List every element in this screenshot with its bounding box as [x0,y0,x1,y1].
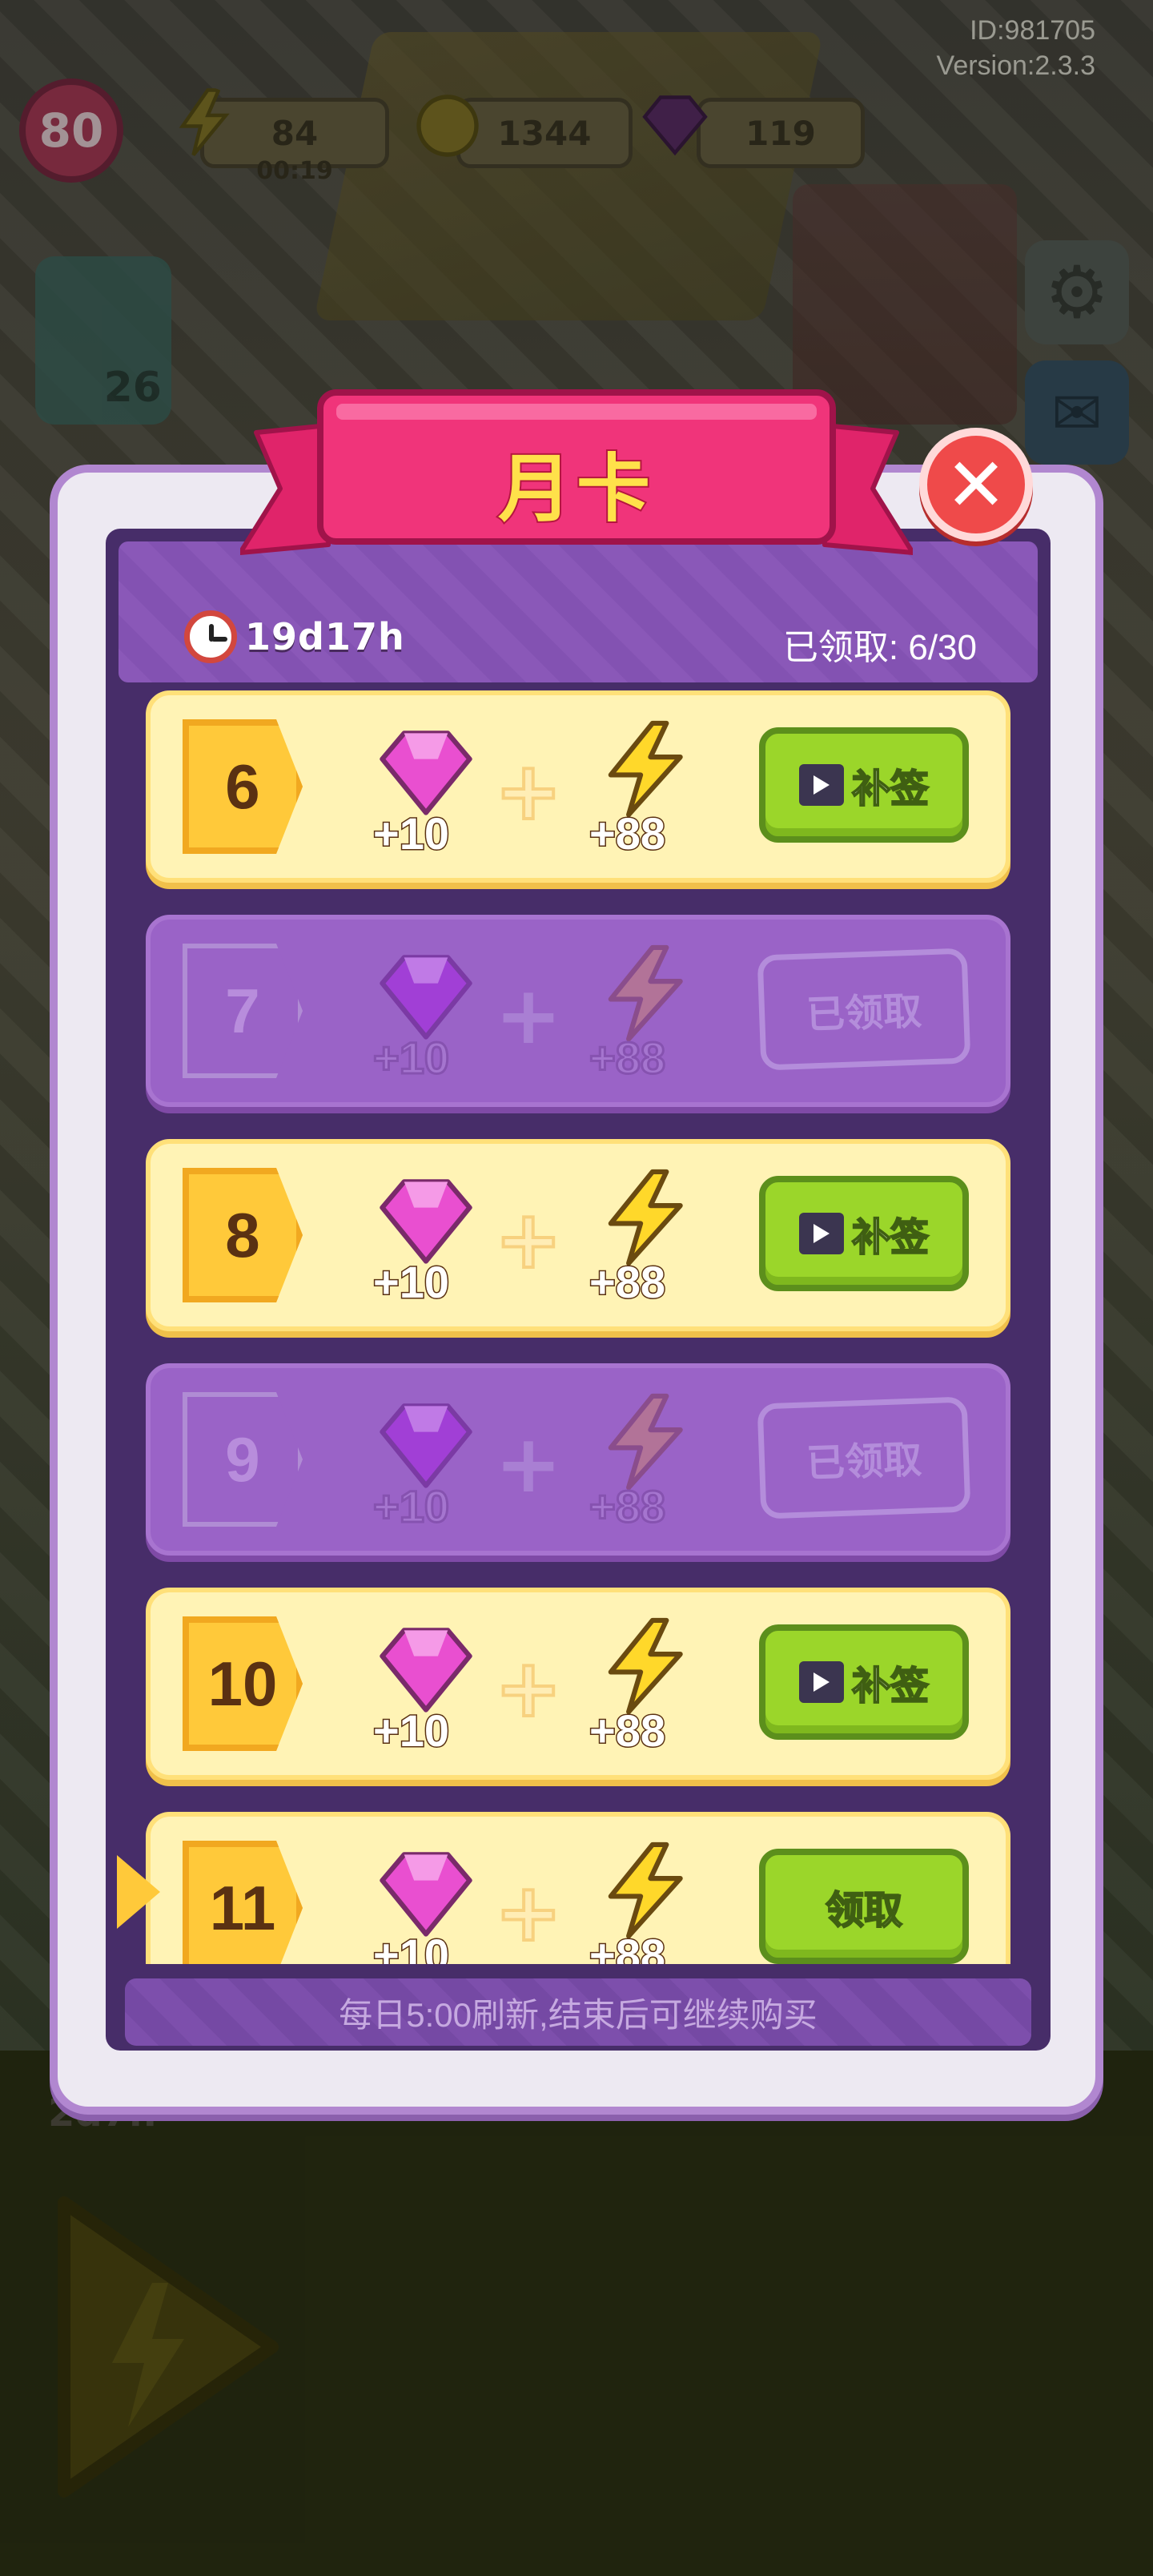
plus-icon: + [495,968,562,1062]
makeup-sign-button[interactable]: 补签 [759,1176,969,1291]
claim-button[interactable]: 领取 [759,1849,969,1964]
gem-icon [380,731,472,815]
refresh-note: 每日5:00刷新,结束后可继续购买 [125,1978,1031,2046]
gem-icon [380,1852,472,1937]
day-number: 9 [183,1392,303,1527]
claimed-stamp: 已领取 [757,948,971,1071]
button-label: 领取 [825,1887,903,1934]
button-label: 补签 [851,1214,930,1261]
energy-amount: +88 [589,807,667,860]
gem-icon [380,955,472,1040]
energy-amount: +88 [589,1032,667,1085]
reward-list[interactable]: 6 +10 + +88 补签 7 +10 + +88 已领取 8 +10 + +… [146,689,1010,1964]
refresh-note-text: 每日5:00刷新,结束后可继续购买 [339,1995,818,2034]
day-number: 6 [183,719,303,854]
button-label: 已领取 [805,1437,923,1487]
energy-amount: +88 [589,1256,667,1309]
gem-icon [380,1403,472,1488]
day-number: 7 [183,944,303,1078]
button-label: 已领取 [805,988,923,1038]
reward-row-current: 11 +10 + +88 领取 [146,1812,1010,1964]
remaining-time-text: 19d17h [245,615,405,658]
title-ribbon [240,389,913,555]
close-button[interactable]: ✕ [919,428,1033,541]
close-icon: ✕ [945,441,1007,528]
monthly-card-panel: 19d17h 已领取: 6/30 6 +10 + +88 补签 7 +10 + … [50,465,1103,2115]
claimed-count: 已领取: 6/30 [782,628,977,667]
plus-icon: + [495,1417,562,1511]
video-clapper-icon [798,1213,844,1254]
reward-row: 8 +10 + +88 补签 [146,1139,1010,1331]
energy-bolt-icon [608,1169,683,1266]
energy-bolt-icon [608,720,683,818]
gem-amount: +10 [372,1256,451,1309]
clock-icon [184,610,237,663]
video-clapper-icon [798,764,844,806]
energy-amount: +88 [589,1705,667,1757]
claimed-stamp: 已领取 [757,1396,971,1519]
energy-bolt-icon [608,1617,683,1715]
gem-amount: +10 [372,1705,451,1757]
energy-bolt-icon [608,1841,683,1939]
video-clapper-icon [798,1661,844,1703]
reward-row: 6 +10 + +88 补签 [146,690,1010,883]
gem-icon [380,1628,472,1713]
plus-icon: + [493,1641,564,1735]
reward-row: 9 +10 + +88 已领取 [146,1363,1010,1556]
energy-bolt-icon [608,944,683,1042]
panel-inner: 19d17h 已领取: 6/30 6 +10 + +88 补签 7 +10 + … [106,529,1051,2051]
day-number: 11 [183,1841,303,1964]
remaining-time: 19d17h [184,610,405,663]
makeup-sign-button[interactable]: 补签 [759,1624,969,1740]
button-label: 补签 [851,1663,930,1709]
gem-amount: +10 [372,1480,451,1533]
gem-amount: +10 [372,807,451,860]
day-number: 10 [183,1616,303,1751]
reward-row: 10 +10 + +88 补签 [146,1588,1010,1780]
day-number: 8 [183,1168,303,1302]
reward-row: 7 +10 + +88 已领取 [146,915,1010,1107]
energy-amount: +88 [589,1929,667,1965]
plus-icon: + [493,1193,564,1286]
makeup-sign-button[interactable]: 补签 [759,727,969,843]
energy-bolt-icon [608,1393,683,1491]
current-day-arrow-icon [117,1855,160,1929]
button-label: 补签 [851,766,930,812]
gem-amount: +10 [372,1929,451,1965]
plus-icon: + [493,744,564,838]
plus-icon: + [493,1866,564,1959]
energy-amount: +88 [589,1480,667,1533]
gem-icon [380,1179,472,1264]
gem-amount: +10 [372,1032,451,1085]
